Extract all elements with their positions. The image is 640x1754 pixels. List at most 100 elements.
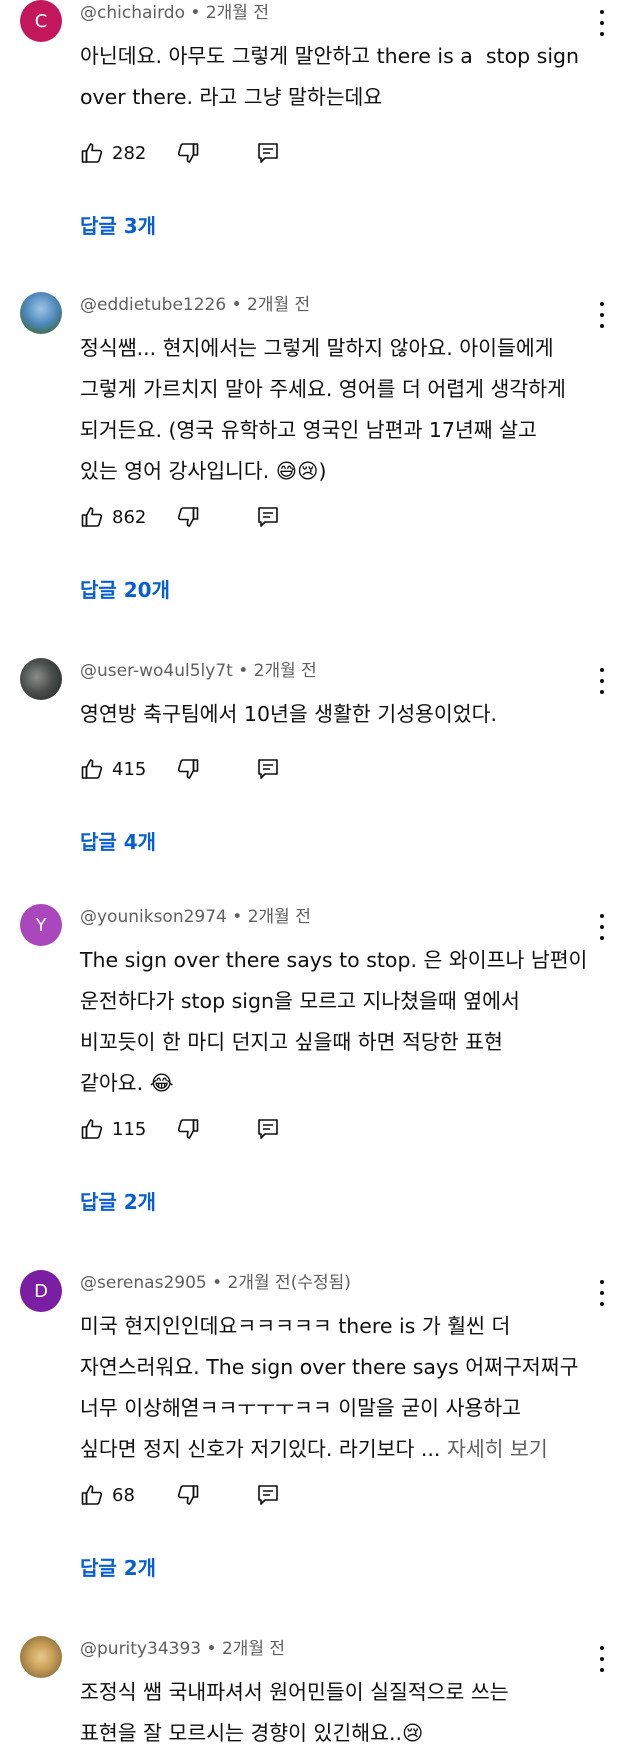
avatar[interactable] [20, 1636, 62, 1678]
avatar[interactable]: C [20, 0, 62, 42]
more-options-icon[interactable] [592, 10, 612, 36]
like-button[interactable]: 282 [80, 138, 146, 168]
avatar[interactable] [20, 292, 62, 334]
thumbs-up-icon [80, 505, 104, 529]
comment-text: The sign over there says to stop. 은 와이프나… [80, 940, 590, 1104]
avatar[interactable]: D [20, 1270, 62, 1312]
comment-text-line: 조정식 쌤 국내파셔서 원어민들이 실질적으로 쓰는 [80, 1680, 509, 1704]
thumbs-up-icon [80, 1117, 104, 1141]
author-handle[interactable]: @eddietube1226 [80, 295, 226, 315]
author-handle[interactable]: @younikson2974 [80, 907, 227, 927]
dislike-button[interactable] [176, 1114, 200, 1144]
thumbs-up-icon [80, 1483, 104, 1507]
more-options-icon[interactable] [592, 302, 612, 328]
comment-text-line: 자연스러워요. The sign over there says 어쩌구저쩌구 [80, 1355, 579, 1379]
like-button[interactable]: 415 [80, 754, 146, 784]
comment-text-line: 정식쌤... 현지에서는 그렇게 말하지 않아요. 아이들에게 [80, 336, 554, 360]
comment-text: 조정식 쌤 국내파셔서 원어민들이 실질적으로 쓰는표현을 잘 모르시는 경향이… [80, 1672, 590, 1754]
reply-comment-icon [256, 1483, 280, 1507]
avatar-letter: D [34, 1280, 48, 1302]
thumbs-down-icon [176, 757, 200, 781]
timestamp[interactable]: 2개월 전 [248, 907, 311, 927]
comment-text-line: 싶다면 정지 신호가 저기있다. 라기보다 ... [80, 1437, 441, 1461]
comment-text: 정식쌤... 현지에서는 그렇게 말하지 않아요. 아이들에게그렇게 가르치지 … [80, 328, 590, 492]
avatar-letter: Y [35, 914, 47, 936]
timestamp[interactable]: 2개월 전 [222, 1639, 285, 1659]
thumbs-down-icon [176, 141, 200, 165]
separator: • [231, 295, 242, 315]
timestamp[interactable]: 2개월 전 [228, 1273, 291, 1293]
comment-text: 아닌데요. 아무도 그렇게 말안하고 there is a stop sign o… [80, 36, 590, 118]
reply-button[interactable] [256, 138, 280, 168]
avatar[interactable]: Y [20, 904, 62, 946]
comment-header: @chichairdo • 2개월 전 [80, 2, 269, 24]
comment-text: 영연방 축구팀에서 10년을 생활한 기성용이었다. [80, 694, 590, 735]
comment-text-line: 되거든요. (영국 유학하고 영국인 남편과 17년째 살고 [80, 418, 537, 442]
like-count: 282 [112, 142, 147, 164]
dislike-button[interactable] [176, 502, 200, 532]
author-handle[interactable]: @purity34393 [80, 1639, 201, 1659]
view-replies-link[interactable]: 답글 2개 [80, 1186, 156, 1215]
author-handle[interactable]: @user-wo4ul5ly7t [80, 661, 233, 681]
dislike-button[interactable] [176, 1480, 200, 1510]
comment-text-line: 운전하다가 stop sign을 모르고 지나쳤을때 옆에서 [80, 989, 520, 1013]
comment-text-line: 표현을 잘 모르시는 경향이 있긴해요..😢 [80, 1721, 424, 1745]
timestamp[interactable]: 2개월 전 [254, 661, 317, 681]
separator: • [190, 3, 201, 23]
reply-button[interactable] [256, 502, 280, 532]
reply-comment-icon [256, 757, 280, 781]
avatar-letter: C [34, 10, 48, 32]
comment-header: @purity34393 • 2개월 전 [80, 1638, 285, 1660]
comment-text-line: 아닌데요. 아무도 그렇게 말안하고 there is a stop sign [80, 44, 580, 68]
dislike-button[interactable] [176, 754, 200, 784]
comment-header: @serenas2905 • 2개월 전(수정됨) [80, 1272, 351, 1294]
comment-header: @user-wo4ul5ly7t • 2개월 전 [80, 660, 317, 682]
comment-text-line: The sign over there says to stop. 은 와이프나… [80, 948, 588, 972]
comment-header: @younikson2974 • 2개월 전 [80, 906, 311, 928]
edited-label: (수정됨) [290, 1273, 351, 1293]
reply-button[interactable] [256, 754, 280, 784]
view-replies-link[interactable]: 답글 3개 [80, 210, 156, 239]
comment-text-line: 같아요. 😂 [80, 1071, 174, 1095]
like-count: 68 [112, 1484, 135, 1506]
more-options-icon[interactable] [592, 1646, 612, 1672]
reply-button[interactable] [256, 1480, 280, 1510]
like-button[interactable]: 862 [80, 502, 146, 532]
view-replies-link[interactable]: 답글 2개 [80, 1552, 156, 1581]
like-count: 415 [112, 758, 147, 780]
comment-text-line: 그렇게 가르치지 말아 주세요. 영어를 더 어렵게 생각하게 [80, 377, 566, 401]
dislike-button[interactable] [176, 138, 200, 168]
separator: • [238, 661, 249, 681]
separator: • [212, 1273, 223, 1293]
more-options-icon[interactable] [592, 668, 612, 694]
view-replies-link[interactable]: 답글 20개 [80, 574, 170, 603]
comment-text-line: over there. 라고 그냥 말하는데요 [80, 85, 383, 109]
author-handle[interactable]: @chichairdo [80, 3, 185, 23]
separator: • [232, 907, 243, 927]
comment-text-line: 미국 현지인인데요ㅋㅋㅋㅋㅋ there is 가 훨씬 더 [80, 1314, 511, 1338]
comment-header: @eddietube1226 • 2개월 전 [80, 294, 310, 316]
like-button[interactable]: 68 [80, 1480, 135, 1510]
view-replies-link[interactable]: 답글 4개 [80, 826, 156, 855]
thumbs-down-icon [176, 1483, 200, 1507]
separator: • [206, 1639, 217, 1659]
comment-text-line: 너무 이상해엳ㅋㅋㅜㅜㅜㅋㅋ 이말을 굳이 사용하고 [80, 1396, 521, 1420]
like-button[interactable]: 115 [80, 1114, 146, 1144]
thumbs-down-icon [176, 1117, 200, 1141]
reply-button[interactable] [256, 1114, 280, 1144]
thumbs-up-icon [80, 141, 104, 165]
reply-comment-icon [256, 141, 280, 165]
read-more-link[interactable]: 자세히 보기 [447, 1437, 548, 1461]
reply-comment-icon [256, 1117, 280, 1141]
author-handle[interactable]: @serenas2905 [80, 1273, 207, 1293]
timestamp[interactable]: 2개월 전 [247, 295, 310, 315]
avatar[interactable] [20, 658, 62, 700]
more-options-icon[interactable] [592, 914, 612, 940]
thumbs-up-icon [80, 757, 104, 781]
like-count: 115 [112, 1118, 147, 1140]
thumbs-down-icon [176, 505, 200, 529]
more-options-icon[interactable] [592, 1280, 612, 1306]
timestamp[interactable]: 2개월 전 [206, 3, 269, 23]
comment-text-line: 영연방 축구팀에서 10년을 생활한 기성용이었다. [80, 702, 498, 726]
comment-text-line: 비꼬듯이 한 마디 던지고 싶을때 하면 적당한 표현 [80, 1030, 503, 1054]
